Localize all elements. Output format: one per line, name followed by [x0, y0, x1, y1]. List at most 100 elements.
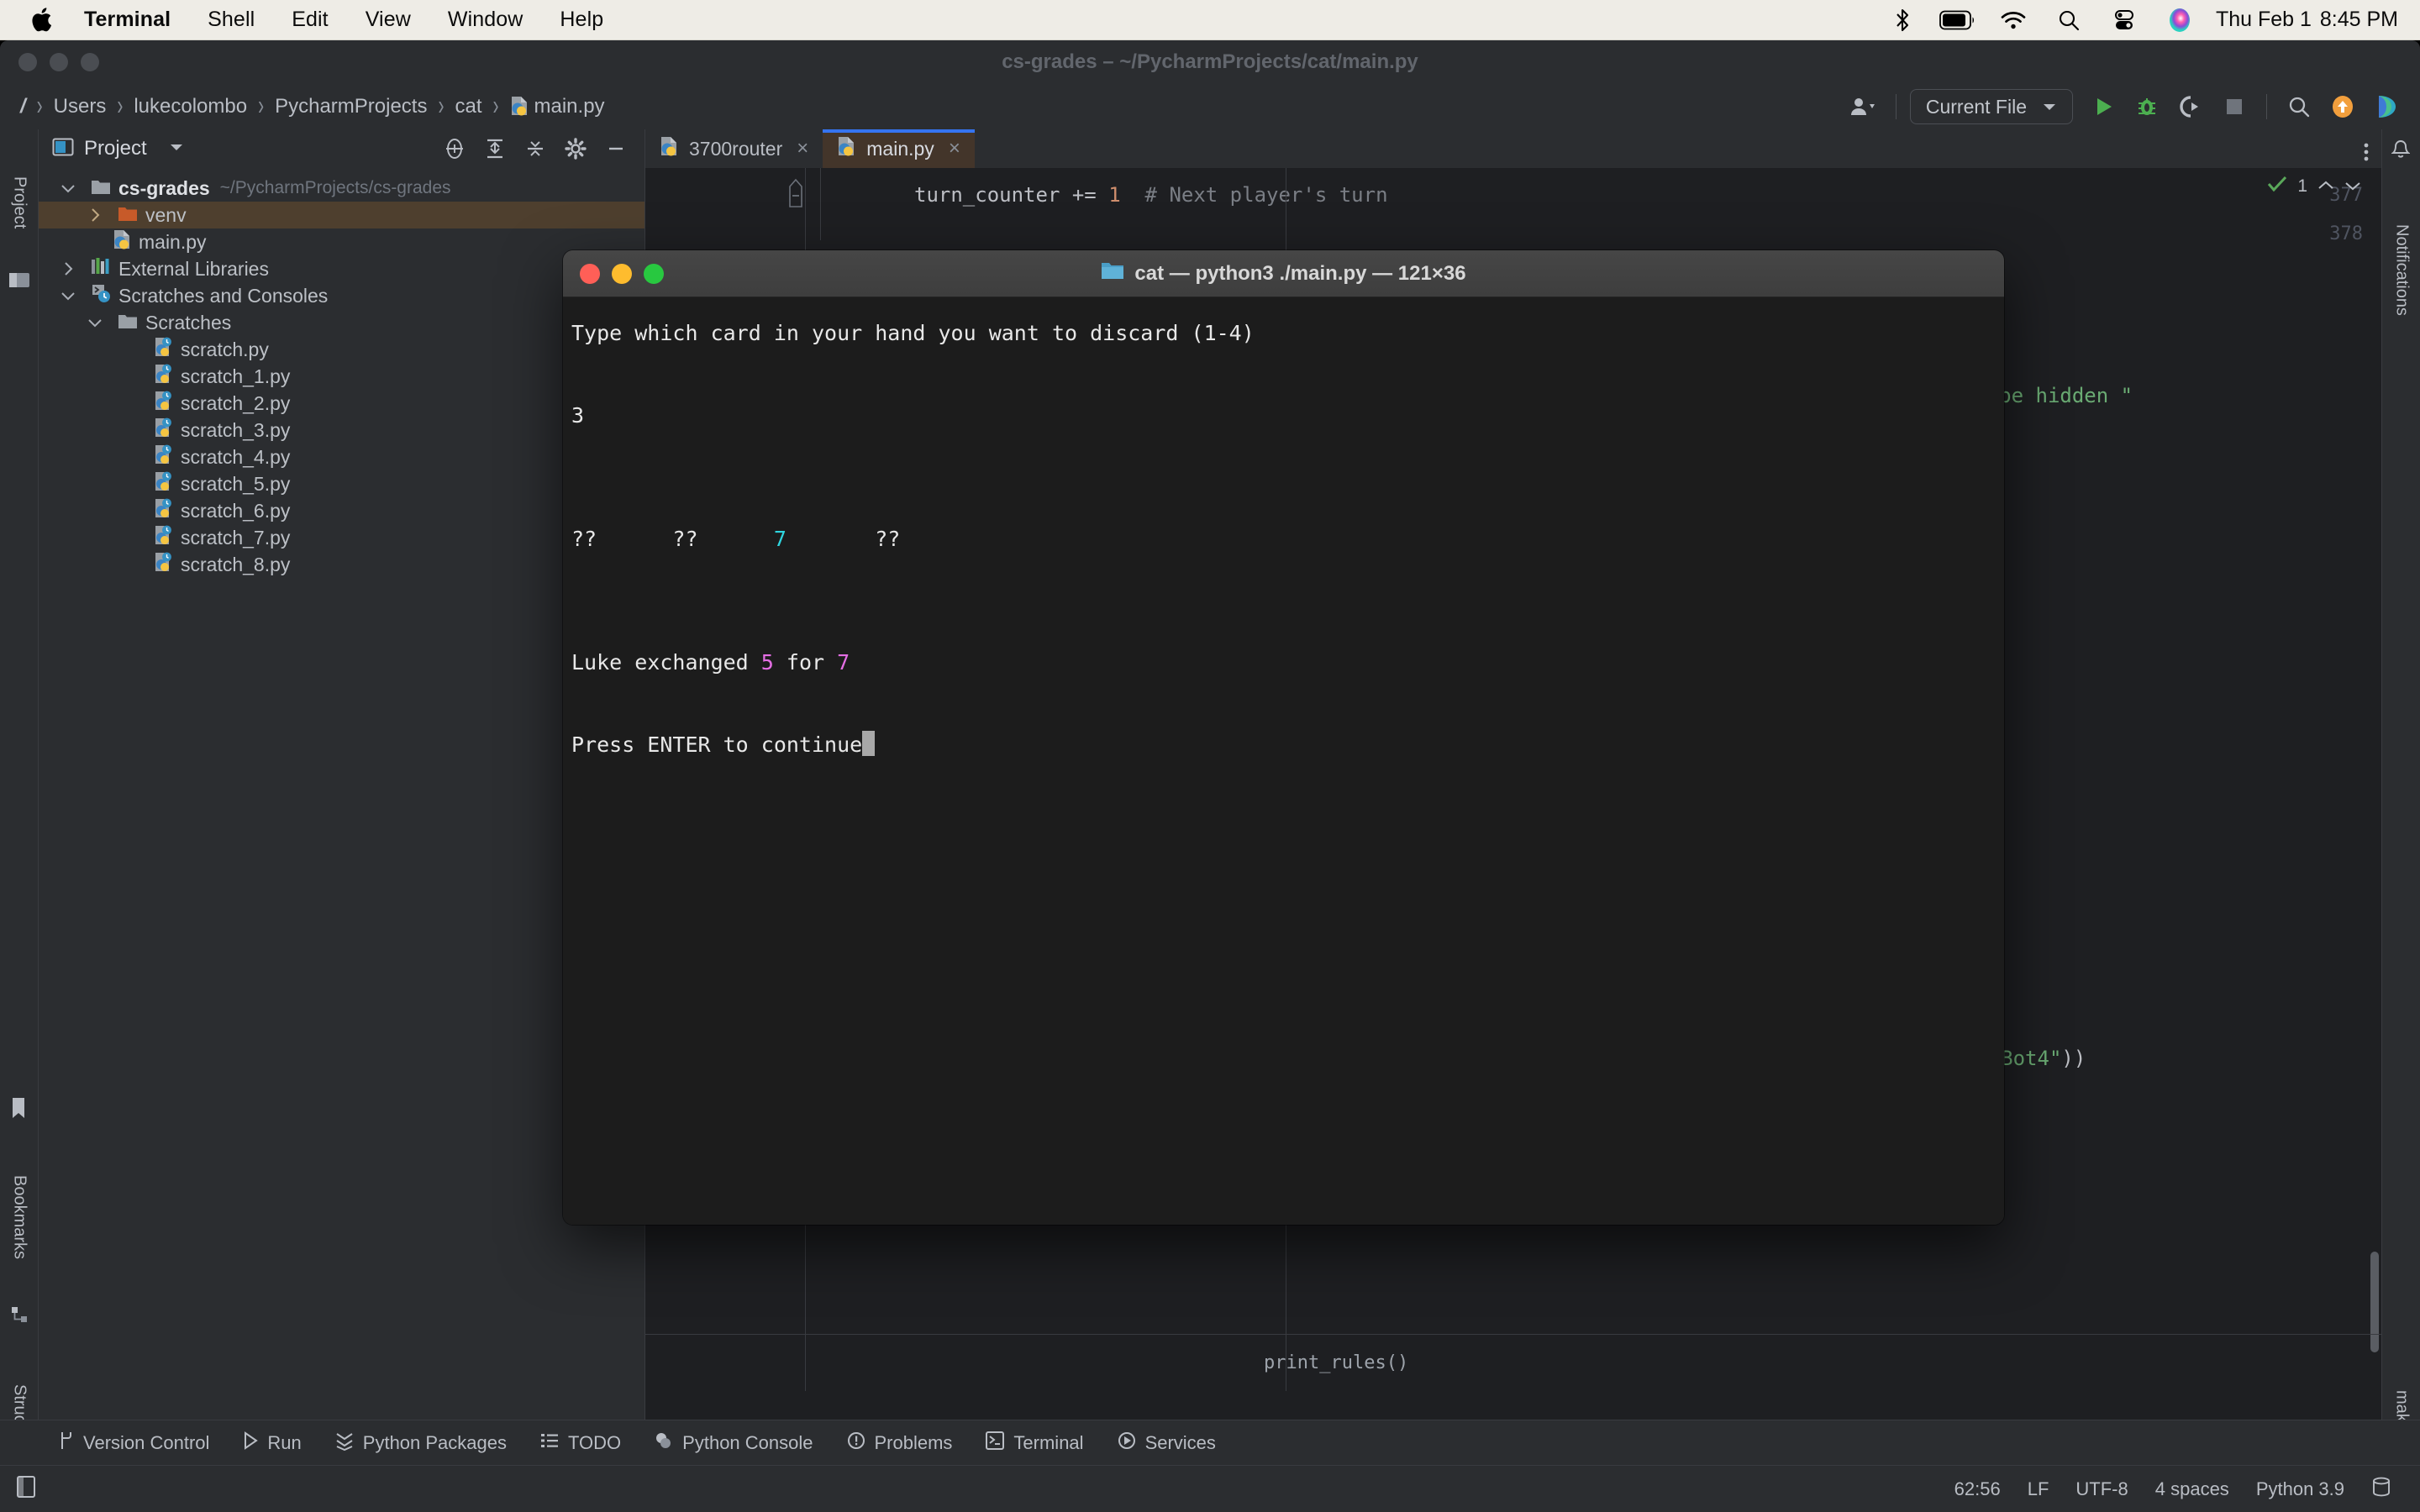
indent-guide — [820, 168, 821, 240]
stop-icon[interactable] — [2212, 87, 2256, 127]
menu-bar-clock[interactable]: Thu Feb 18:45 PM — [2207, 8, 2398, 32]
breadcrumb-users[interactable]: Users — [49, 95, 112, 118]
tree-row-scratch-file[interactable]: scratch_5.py — [39, 470, 644, 497]
tree-row-scratch-file[interactable]: scratch_2.py — [39, 390, 644, 417]
tab-close-icon[interactable]: × — [797, 137, 808, 160]
breadcrumb-mainpy[interactable]: main.py — [505, 95, 610, 118]
tool-window-problems[interactable]: Problems — [830, 1420, 970, 1466]
tree-row-scratch-file[interactable]: scratch_8.py — [39, 551, 644, 578]
chevron-down-icon[interactable] — [57, 184, 79, 193]
terminal-exchange-for: for — [774, 650, 837, 675]
tab-3700router[interactable]: 3700router × — [645, 129, 823, 168]
run-icon[interactable] — [2081, 87, 2125, 127]
tool-window-python-packages[interactable]: Python Packages — [318, 1420, 523, 1466]
breadcrumb-separator-icon: › — [432, 91, 450, 123]
tree-row-scratches[interactable]: Scratches — [39, 309, 644, 336]
terminal-card-value: 7 — [774, 527, 786, 551]
status-bar: 62:56 LF UTF-8 4 spaces Python 3.9 — [0, 1465, 2420, 1512]
chevron-down-icon[interactable] — [57, 291, 79, 301]
battery-icon[interactable] — [1930, 0, 1986, 40]
tool-window-run[interactable]: Run — [226, 1420, 318, 1466]
collapse-all-icon[interactable] — [515, 130, 555, 167]
zoom-button[interactable] — [81, 53, 99, 71]
close-button[interactable] — [18, 53, 37, 71]
sidebar-item-bookmarks[interactable]: Bookmarks — [0, 1129, 39, 1305]
menu-item-terminal[interactable]: Terminal — [66, 0, 189, 40]
scroll-from-source-icon[interactable] — [434, 130, 475, 167]
tab-main-py[interactable]: main.py × — [823, 129, 975, 168]
search-icon[interactable] — [2041, 0, 2096, 40]
breadcrumb-lukecolombo[interactable]: lukecolombo — [129, 95, 252, 118]
minimize-button[interactable] — [50, 53, 68, 71]
scratch-file-icon — [155, 337, 173, 362]
terminal-output[interactable]: Type which card in your hand you want to… — [563, 297, 2004, 1225]
chevron-down-icon[interactable] — [169, 141, 184, 156]
control-center-icon[interactable] — [2096, 0, 2152, 40]
user-account-icon[interactable] — [1842, 87, 1886, 127]
run-configuration-label: Current File — [1926, 96, 2027, 118]
tool-window-todo[interactable]: TODO — [523, 1420, 638, 1466]
tree-row-cs-grades[interactable]: cs-grades ~/PycharmProjects/cs-grades — [39, 175, 644, 202]
tree-row-scratch-file[interactable]: scratch.py — [39, 336, 644, 363]
hide-tool-windows-icon[interactable] — [15, 1474, 37, 1504]
chevron-down-icon[interactable] — [84, 318, 106, 328]
wifi-icon[interactable] — [1986, 0, 2041, 40]
tree-row-scratch-file[interactable]: scratch_1.py — [39, 363, 644, 390]
previous-highlight-icon[interactable] — [2317, 176, 2334, 197]
sidebar-item-project[interactable]: Project — [0, 139, 39, 265]
file-encoding[interactable]: UTF-8 — [2062, 1478, 2141, 1500]
ai-assistant-icon[interactable] — [2365, 87, 2408, 127]
settings-gear-icon[interactable] — [555, 130, 596, 167]
hide-icon[interactable] — [596, 130, 636, 167]
tree-row-scratch-file[interactable]: scratch_6.py — [39, 497, 644, 524]
chevron-right-icon[interactable] — [57, 262, 79, 276]
menu-item-view[interactable]: View — [347, 0, 429, 40]
caret-position[interactable]: 62:56 — [1941, 1478, 2014, 1500]
tool-window-version-control[interactable]: Version Control — [42, 1420, 226, 1466]
tree-row-main-py[interactable]: main.py — [39, 228, 644, 255]
tree-row-scratch-file[interactable]: scratch_3.py — [39, 417, 644, 444]
terminal-window[interactable]: cat — python3 ./main.py — 121×36 Type wh… — [563, 250, 2004, 1225]
tab-close-icon[interactable]: × — [949, 137, 960, 160]
breadcrumb-cat[interactable]: cat — [450, 95, 487, 118]
update-project-icon[interactable] — [2321, 87, 2365, 127]
tree-row-scratch-file[interactable]: scratch_7.py — [39, 524, 644, 551]
apple-logo-icon[interactable] — [22, 0, 60, 40]
breadcrumb-root[interactable]: / — [17, 95, 31, 118]
project-icon[interactable] — [8, 270, 30, 293]
terminal-title-bar[interactable]: cat — python3 ./main.py — 121×36 — [563, 250, 2004, 297]
next-highlight-icon[interactable] — [2344, 176, 2361, 197]
run-configuration-selector[interactable]: Current File — [1910, 89, 2073, 124]
tree-row-venv[interactable]: venv — [39, 202, 644, 228]
tool-window-python-console[interactable]: Python Console — [638, 1420, 829, 1466]
tool-window-services[interactable]: Services — [1101, 1420, 1233, 1466]
editor-breadcrumb-print-rules[interactable]: print_rules() — [1264, 1352, 1408, 1373]
debug-icon[interactable] — [2125, 87, 2169, 127]
indent-setting[interactable]: 4 spaces — [2142, 1478, 2243, 1500]
menu-item-help[interactable]: Help — [541, 0, 622, 40]
search-everywhere-icon[interactable] — [2277, 87, 2321, 127]
terminal-prompt-text: Press ENTER to continue — [571, 732, 862, 757]
python-interpreter[interactable]: Python 3.9 — [2243, 1478, 2358, 1500]
menu-item-window[interactable]: Window — [429, 0, 542, 40]
siri-icon[interactable] — [2152, 0, 2207, 40]
tree-row-scratch-file[interactable]: scratch_4.py — [39, 444, 644, 470]
sidebar-item-notifications[interactable]: Notifications — [2382, 173, 2420, 366]
run-with-coverage-icon[interactable] — [2169, 87, 2212, 127]
breadcrumb-pycharmprojects[interactable]: PycharmProjects — [270, 95, 432, 118]
menu-item-edit[interactable]: Edit — [273, 0, 346, 40]
menu-item-shell[interactable]: Shell — [189, 0, 273, 40]
scratch-file-icon — [155, 498, 173, 523]
code-fold-icon[interactable] — [786, 178, 805, 213]
expand-all-icon[interactable] — [475, 130, 515, 167]
chevron-right-icon[interactable] — [84, 208, 106, 222]
tree-row-external-libraries[interactable]: External Libraries — [39, 255, 644, 282]
bluetooth-icon[interactable] — [1875, 0, 1930, 40]
database-icon[interactable] — [2358, 1477, 2405, 1502]
bell-icon[interactable] — [2391, 139, 2410, 164]
tool-window-terminal[interactable]: Terminal — [969, 1420, 1100, 1466]
more-options-icon[interactable] — [2363, 140, 2370, 168]
tree-row-scratches-and-consoles[interactable]: Scratches and Consoles — [39, 282, 644, 309]
inspection-widget[interactable]: 1 — [2267, 175, 2361, 198]
line-separator[interactable]: LF — [2014, 1478, 2063, 1500]
